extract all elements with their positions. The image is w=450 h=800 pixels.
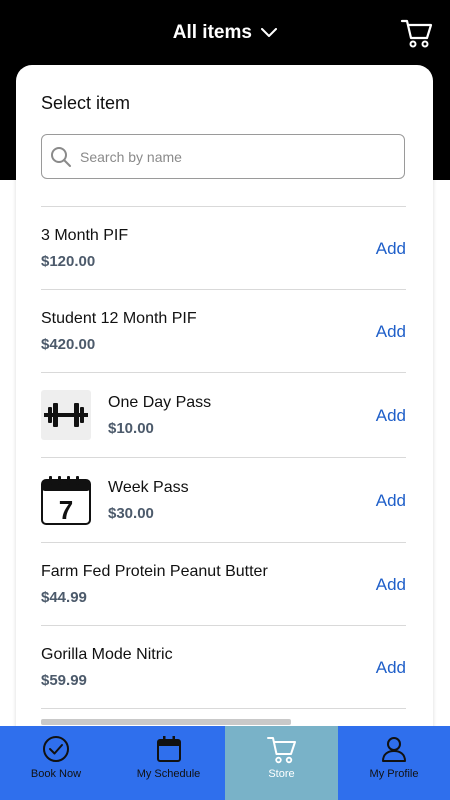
item-name: One Day Pass [108,394,212,411]
bottom-tab-bar: Book Now My Schedule Store My Profile [0,726,450,800]
item-name: Student 12 Month PIF [41,310,197,327]
calendar-icon: 7 [41,475,91,525]
search-icon [51,147,71,167]
search-input[interactable] [78,135,397,179]
list-item: 3 Month PIF $120.00 Add [41,206,406,289]
tab-store[interactable]: Store [225,726,338,800]
add-button[interactable]: Add [376,575,406,595]
clipped-item-text [41,719,291,725]
list-item: One Day Pass $10.00 Add [41,372,406,457]
search-box [41,134,405,179]
item-name: 3 Month PIF [41,227,129,244]
item-price: $44.99 [41,589,87,606]
add-button[interactable]: Add [376,322,406,342]
add-button[interactable]: Add [376,406,406,426]
item-name: Farm Fed Protein Peanut Butter [41,563,268,580]
user-icon [382,737,406,762]
item-price: $59.99 [41,672,87,689]
dumbbell-icon [41,390,91,440]
calendar-icon [156,736,181,762]
panel-title: Select item [41,93,131,113]
tab-my-profile[interactable]: My Profile [338,726,450,800]
tab-label: Book Now [30,768,82,780]
item-price: $30.00 [108,505,154,522]
add-button[interactable]: Add [376,239,406,259]
add-button[interactable]: Add [376,491,406,511]
category-dropdown-label: All items [172,22,252,44]
category-dropdown[interactable]: All items [0,20,450,46]
tab-my-schedule[interactable]: My Schedule [112,726,225,800]
item-name: Gorilla Mode Nitric [41,646,173,663]
calendar-icon-number: 7 [59,495,73,525]
item-name: Week Pass [108,479,189,496]
check-circle-icon [43,736,69,762]
tab-label: My Profile [369,768,419,780]
tab-label: My Schedule [136,768,201,780]
tab-book-now[interactable]: Book Now [0,726,112,800]
cart-icon[interactable] [400,16,434,50]
tab-label: Store [268,768,295,780]
list-item: 7 Week Pass $30.00 Add [41,457,406,542]
item-price: $10.00 [108,420,154,437]
list-item: Gorilla Mode Nitric $59.99 Add [41,625,406,708]
cart-icon [266,737,296,764]
select-item-panel: Select item 3 Month PIF $120.00 Add Stud… [16,65,433,765]
item-list: 3 Month PIF $120.00 Add Student 12 Month… [41,206,406,729]
item-price: $420.00 [41,336,96,353]
list-item: Farm Fed Protein Peanut Butter $44.99 Ad… [41,542,406,625]
chevron-down-icon [261,20,278,46]
item-price: $120.00 [41,253,96,270]
add-button[interactable]: Add [376,658,406,678]
list-item: Student 12 Month PIF $420.00 Add [41,289,406,372]
